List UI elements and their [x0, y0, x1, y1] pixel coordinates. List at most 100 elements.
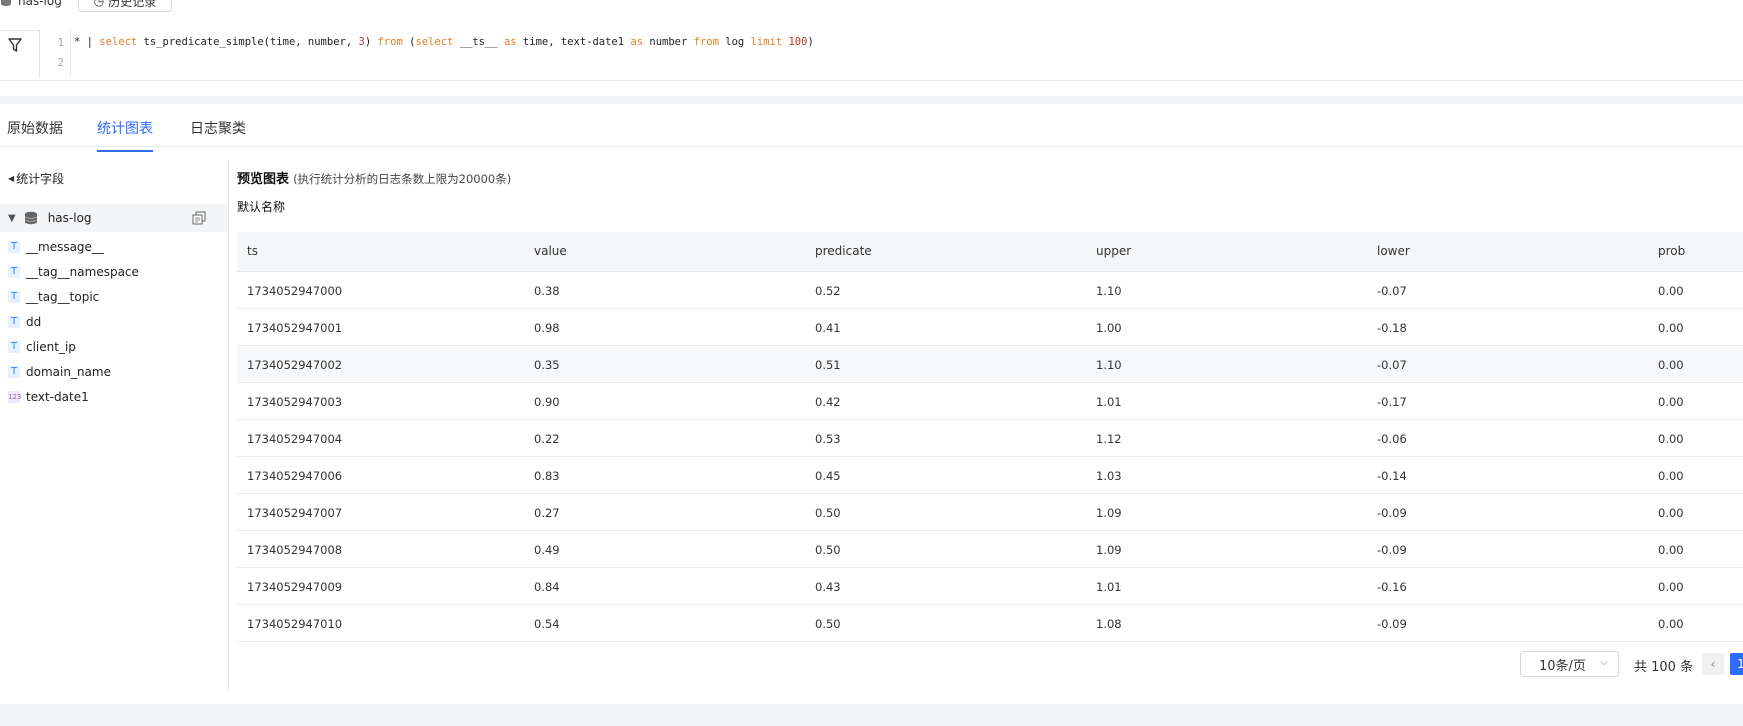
- history-button-label: 历史记录: [108, 0, 157, 9]
- tab-raw-data[interactable]: 原始数据: [7, 118, 63, 150]
- sidebar-field-item[interactable]: T __tag__namespace: [8, 262, 139, 282]
- sidebar-field-item[interactable]: Tdd: [8, 312, 41, 332]
- sidebar-field-item[interactable]: T __tag__topic: [8, 287, 99, 307]
- sidebar-title[interactable]: ◀ 统计字段: [8, 170, 64, 187]
- preview-title-text: 预览图表: [237, 172, 290, 187]
- text-type-icon: T: [8, 341, 20, 353]
- code-token: from: [377, 36, 403, 48]
- table-cell: 1.10: [1096, 358, 1122, 372]
- copy-icon[interactable]: [192, 211, 206, 225]
- table-cell: 0.00: [1658, 543, 1684, 557]
- table-cell: 0.00: [1658, 284, 1684, 298]
- text-type-icon: T: [8, 266, 20, 278]
- table-cell: -0.09: [1377, 543, 1407, 557]
- table-cell: 1.08: [1096, 617, 1122, 631]
- page-size-select[interactable]: 10条/页 ⌵: [1520, 651, 1619, 677]
- table-row[interactable]: 1734052947010 0.54 0.50 1.08 -0.09 0.00: [237, 605, 1743, 642]
- table-row[interactable]: 1734052947002 0.35 0.51 1.10 -0.07 0.00: [237, 346, 1743, 383]
- sidebar-field-item[interactable]: Tclient_ip: [8, 337, 76, 357]
- table-cell: 0.43: [815, 580, 841, 594]
- table-row[interactable]: 1734052947009 0.84 0.43 1.01 -0.16 0.00: [237, 568, 1743, 605]
- text-type-icon: T: [8, 241, 20, 253]
- prev-page-button[interactable]: ‹: [1702, 653, 1724, 675]
- code-token: limit: [750, 36, 783, 48]
- table-cell: 1734052947007: [247, 506, 343, 520]
- table-cell: -0.09: [1377, 506, 1407, 520]
- code-token: ): [364, 36, 378, 48]
- datasource-label[interactable]: has-log: [0, 0, 62, 8]
- datasource-label-text: has-log: [18, 0, 62, 8]
- table-row[interactable]: 1734052947004 0.22 0.53 1.12 -0.06 0.00: [237, 420, 1743, 457]
- table-cell: 0.83: [534, 469, 560, 483]
- line-number: 1: [57, 37, 64, 49]
- table-cell: -0.06: [1377, 432, 1407, 446]
- table-cell: 0.45: [815, 469, 841, 483]
- sidebar-field-label: client_ip: [26, 340, 76, 354]
- separator-band: [0, 96, 1743, 104]
- column-header[interactable]: value: [534, 244, 567, 258]
- text-type-icon: T: [8, 291, 20, 303]
- sidebar-field-item[interactable]: Tdomain_name: [8, 362, 111, 382]
- clock-icon: ◷: [93, 0, 105, 8]
- column-header[interactable]: lower: [1377, 244, 1410, 258]
- history-button[interactable]: ◷ 历史记录: [78, 0, 172, 12]
- table-cell: 1734052947001: [247, 321, 343, 335]
- sidebar-field-label: __message__: [26, 240, 104, 254]
- filter-icon: [8, 37, 22, 52]
- sidebar-datasource-row[interactable]: ▼ has-log: [0, 204, 228, 232]
- table-cell: -0.16: [1377, 580, 1407, 594]
- table-cell: 1734052947003: [247, 395, 343, 409]
- code-token: * |: [74, 36, 100, 48]
- column-header[interactable]: predicate: [815, 244, 872, 258]
- table-cell: 1.03: [1096, 469, 1122, 483]
- table-cell: 1.09: [1096, 506, 1122, 520]
- table-cell: 0.84: [534, 580, 560, 594]
- code-token: number: [643, 36, 694, 48]
- table-cell: 0.38: [534, 284, 560, 298]
- code-token: (: [402, 36, 416, 48]
- table-cell: 1734052947006: [247, 469, 343, 483]
- table-cell: 1734052947002: [247, 358, 343, 372]
- default-name-label: 默认名称: [237, 200, 286, 214]
- caret-left-icon: ◀: [8, 174, 15, 183]
- table-cell: 0.00: [1658, 617, 1684, 631]
- table-cell: 1.01: [1096, 580, 1122, 594]
- top-strip: [0, 0, 1743, 28]
- table-cell: 1.10: [1096, 284, 1122, 298]
- table-row[interactable]: 1734052947000 0.38 0.52 1.10 -0.07 0.00: [237, 272, 1743, 309]
- table-cell: -0.18: [1377, 321, 1407, 335]
- table-row[interactable]: 1734052947006 0.83 0.45 1.03 -0.14 0.00: [237, 457, 1743, 494]
- table-row[interactable]: 1734052947003 0.90 0.42 1.01 -0.17 0.00: [237, 383, 1743, 420]
- code-token: as: [503, 36, 517, 48]
- sidebar-field-item[interactable]: T __message__: [8, 237, 104, 257]
- tab-log-clustering[interactable]: 日志聚类: [190, 118, 246, 150]
- table-cell: 0.50: [815, 506, 841, 520]
- query-editor[interactable]: 1 2 * | select ts_predicate_simple(time,…: [39, 30, 1743, 78]
- sidebar-field-label: __tag__namespace: [26, 265, 139, 279]
- column-header[interactable]: prob: [1658, 244, 1685, 258]
- column-header[interactable]: upper: [1096, 244, 1131, 258]
- table-row[interactable]: 1734052947007 0.27 0.50 1.09 -0.09 0.00: [237, 494, 1743, 531]
- sidebar-title-text: 统计字段: [16, 172, 65, 186]
- query-code-line[interactable]: * | select ts_predicate_simple(time, num…: [74, 36, 814, 48]
- code-token: from: [693, 36, 719, 48]
- table-cell: 0.53: [815, 432, 841, 446]
- current-page-button[interactable]: 1: [1730, 653, 1743, 675]
- tab-statistics-chart[interactable]: 统计图表: [97, 118, 153, 152]
- table-cell: 0.00: [1658, 321, 1684, 335]
- database-icon: [24, 211, 37, 225]
- line-gutter: 1 2: [40, 30, 71, 78]
- table-row[interactable]: 1734052947001 0.98 0.41 1.00 -0.18 0.00: [237, 309, 1743, 346]
- column-header[interactable]: ts: [247, 244, 258, 258]
- caret-down-icon[interactable]: ▼: [8, 213, 16, 224]
- tab-bar: 原始数据 统计图表 日志聚类: [0, 104, 1743, 152]
- sidebar-field-item[interactable]: 123 text-date1: [8, 387, 89, 407]
- filter-button[interactable]: [0, 30, 30, 59]
- sidebar-field-label: text-date1: [26, 390, 89, 404]
- table-cell: 0.00: [1658, 395, 1684, 409]
- preview-note: (执行统计分析的日志条数上限为20000条): [293, 172, 512, 186]
- sidebar-field-label: domain_name: [26, 365, 111, 379]
- table-row[interactable]: 1734052947008 0.49 0.50 1.09 -0.09 0.00: [237, 531, 1743, 568]
- chevron-left-icon: ‹: [1710, 657, 1716, 671]
- text-type-icon: T: [8, 316, 20, 328]
